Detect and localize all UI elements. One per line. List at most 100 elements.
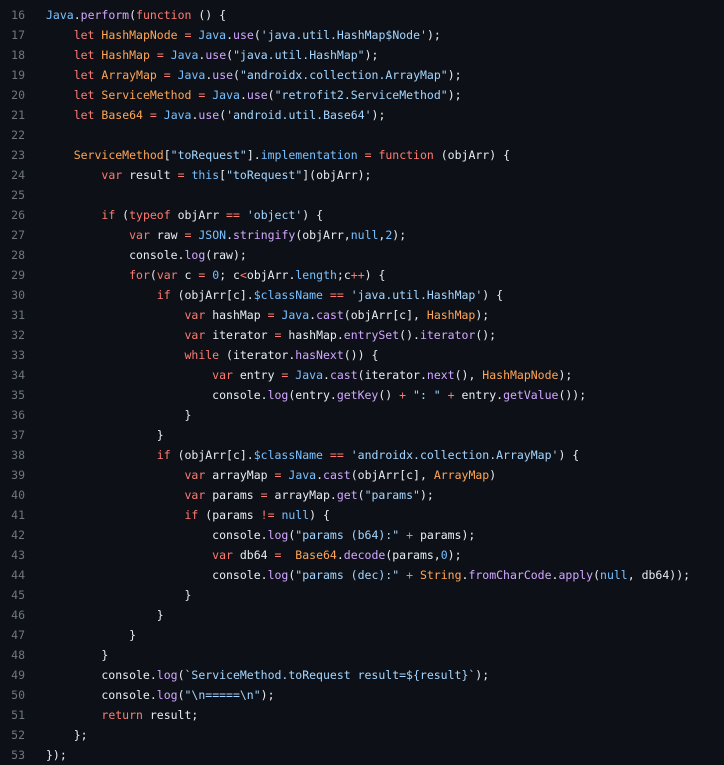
line-content: } [25, 645, 724, 665]
line-content: console.log("params (dec):" + String.fro… [25, 565, 724, 585]
code-token: HashMapNode [482, 368, 559, 382]
code-line: 52 }; [0, 725, 724, 745]
code-token: . [316, 468, 324, 482]
code-token: getKey [336, 388, 379, 402]
code-token: (objArr[c], [343, 308, 427, 322]
line-content: let HashMap = Java.use("java.util.HashMa… [25, 45, 724, 65]
code-line: 19 let ArrayMap = Java.use("androidx.col… [0, 65, 724, 85]
line-number: 38 [11, 448, 25, 462]
code-token: length [295, 268, 337, 282]
code-token: ( [253, 28, 261, 42]
code-token: . [226, 28, 234, 42]
code-token: ( [267, 88, 275, 102]
line-number: 53 [11, 748, 25, 762]
line-number: 39 [11, 468, 25, 482]
line-content: if (params != null) { [25, 505, 724, 525]
code-token: ( [149, 268, 157, 282]
line-content: } [25, 425, 724, 445]
line-number: 29 [11, 268, 25, 282]
line-number: 42 [11, 528, 25, 542]
line-number: 23 [11, 148, 25, 162]
line-number: 32 [11, 328, 25, 342]
code-token: = [364, 148, 372, 162]
code-token: [ [163, 148, 171, 162]
line-number: 43 [11, 548, 25, 562]
code-token: Java [288, 468, 317, 482]
code-token: log [267, 568, 289, 582]
code-token: params [205, 488, 261, 502]
code-token: cast [329, 368, 358, 382]
line-content: } [25, 605, 724, 625]
code-token: entry. [454, 388, 504, 402]
code-token: log [156, 688, 178, 702]
code-line: 41 if (params != null) { [0, 505, 724, 525]
line-number: 50 [11, 688, 25, 702]
code-token: while [184, 348, 220, 362]
code-token: (objArr[c], [350, 468, 434, 482]
code-token: (raw); [205, 248, 247, 262]
code-token: } [46, 608, 164, 622]
code-token: null [350, 228, 379, 242]
code-token: arrayMap. [267, 488, 337, 502]
code-line: 23 ServiceMethod["toRequest"].implementa… [0, 145, 724, 165]
code-token: } [46, 648, 109, 662]
code-line: 38 if (objArr[c].$className == 'androidx… [0, 445, 724, 465]
code-token: . [226, 228, 234, 242]
code-token: ;c [336, 268, 351, 282]
line-content: }); [25, 745, 724, 765]
code-token: (params [198, 508, 261, 522]
code-token: ) { [309, 508, 330, 522]
code-token: typeof [129, 208, 171, 222]
code-token: Java [198, 28, 227, 42]
line-content: if (objArr[c].$className == 'androidx.co… [25, 445, 724, 465]
line-number: 48 [11, 648, 25, 662]
line-number: 36 [11, 408, 25, 422]
code-line: 32 var iterator = hashMap.entrySet().ite… [0, 325, 724, 345]
code-line: 27 var raw = JSON.stringify(objArr,null,… [0, 225, 724, 245]
code-token: () { [191, 8, 227, 22]
line-number: 22 [11, 128, 25, 142]
code-token: arrayMap [205, 468, 275, 482]
line-content [25, 185, 724, 205]
line-number: 21 [11, 108, 25, 122]
line-number: 19 [11, 68, 25, 82]
code-token: 'androidx.collection.ArrayMap' [350, 448, 559, 462]
code-token: + [406, 568, 414, 582]
code-token: implementation [260, 148, 358, 162]
code-token: var [184, 308, 206, 322]
code-token: ) { [558, 448, 580, 462]
code-token: ( [115, 208, 130, 222]
code-viewer: 16 Java.perform(function () {17 let HashM… [0, 0, 724, 765]
line-content: let ArrayMap = Java.use("androidx.collec… [25, 65, 724, 85]
line-number: 20 [11, 88, 25, 102]
code-token: Java [170, 48, 199, 62]
code-token: cast [316, 308, 344, 322]
code-token: HashMap [101, 48, 150, 62]
code-token: function [378, 148, 434, 162]
code-line: 28 console.log(raw); [0, 245, 724, 265]
code-token: ); [447, 88, 462, 102]
code-token: hasNext [295, 348, 344, 362]
code-line: 26 if (typeof objArr == 'object') { [0, 205, 724, 225]
code-token: + [406, 528, 414, 542]
line-content: if (objArr[c].$className == 'java.util.H… [25, 285, 724, 305]
code-token: Java [281, 308, 310, 322]
code-token: let [73, 48, 95, 62]
code-line: 33 while (iterator.hasNext()) { [0, 345, 724, 365]
line-number: 49 [11, 668, 25, 682]
line-content: var db64 = Base64.decode(params,0); [25, 545, 724, 565]
line-content: console.log(`ServiceMethod.toRequest res… [25, 665, 724, 685]
